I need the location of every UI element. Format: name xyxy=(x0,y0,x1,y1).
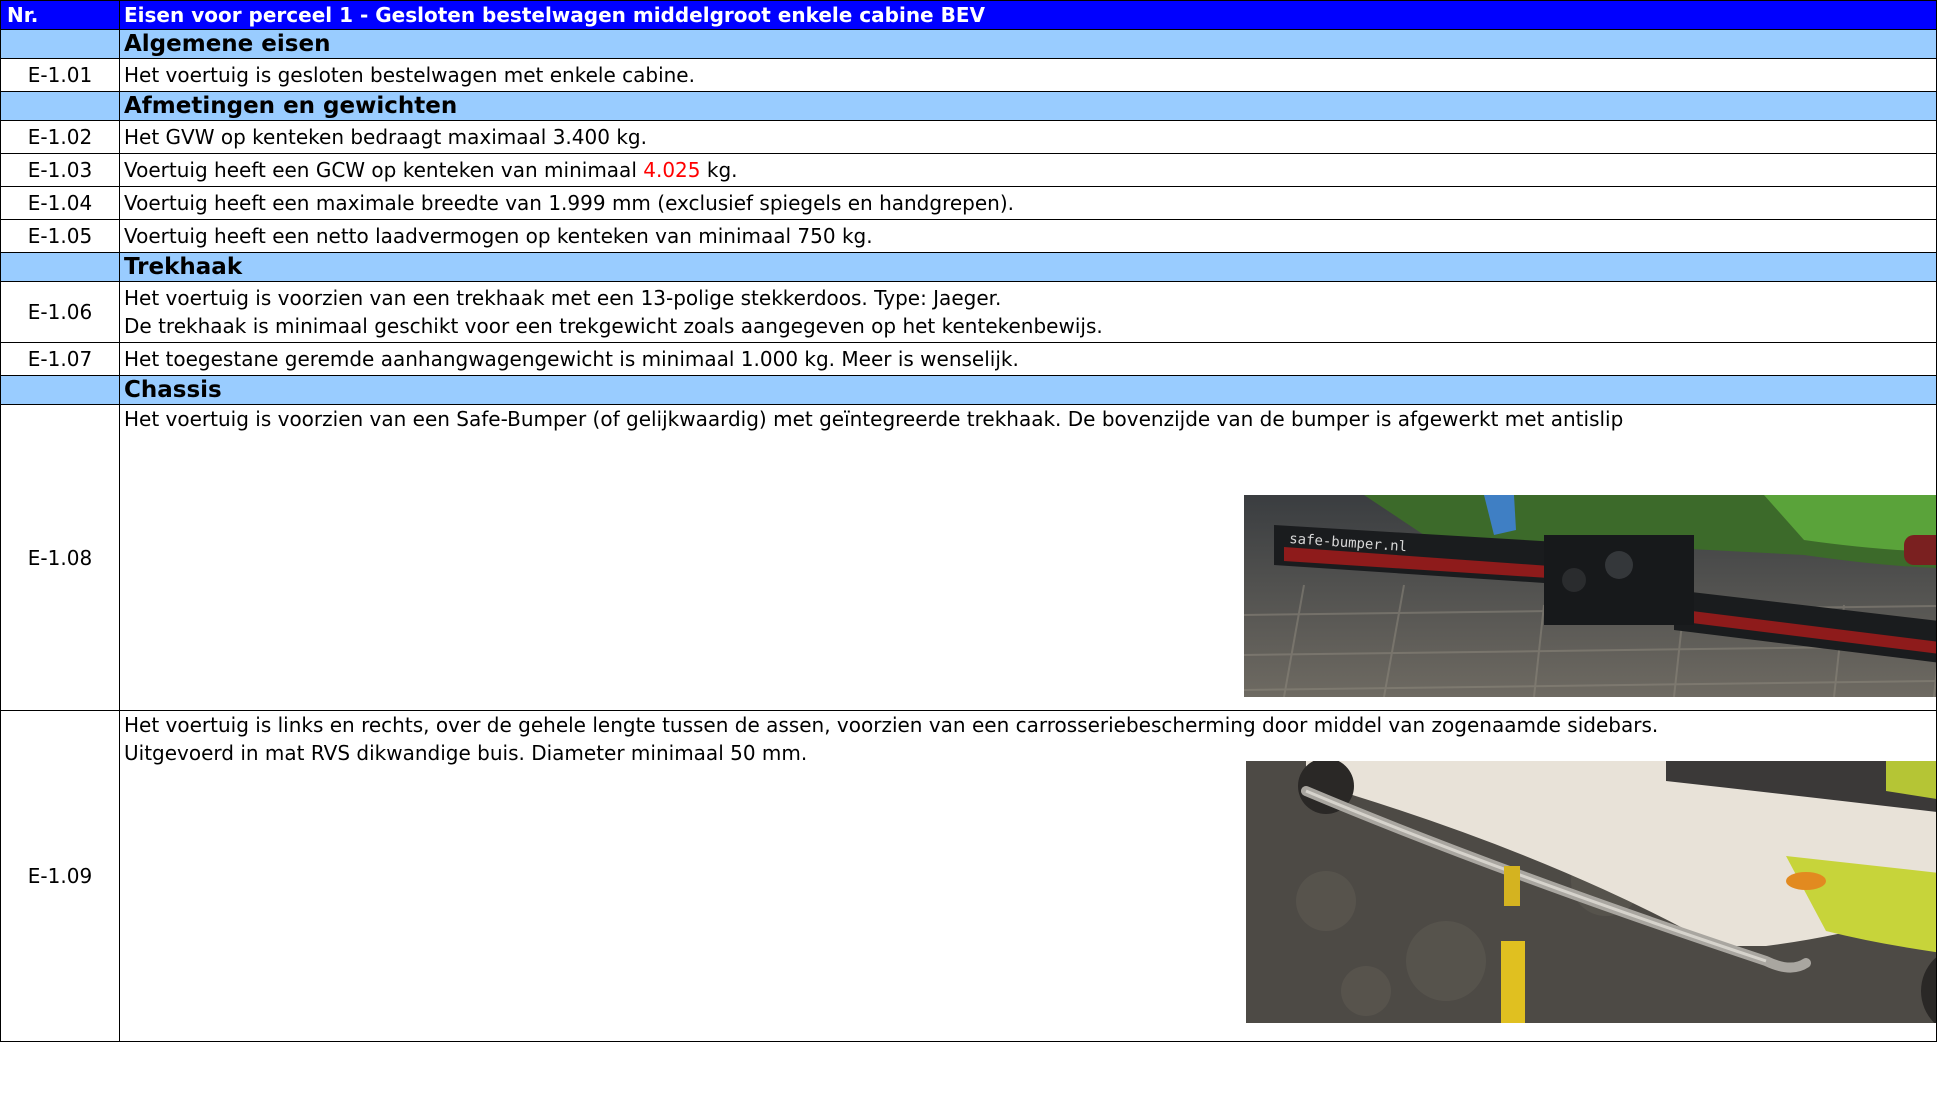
table-row: E-1.09 Het voertuig is links en rechts, … xyxy=(0,710,1937,1042)
section-nr-cell[interactable] xyxy=(0,29,120,59)
nr-cell[interactable]: E-1.06 xyxy=(0,281,120,343)
table-row: E-1.07 Het toegestane geremde aanhangwag… xyxy=(0,342,1937,376)
desc-cell[interactable]: Het voertuig is gesloten bestelwagen met… xyxy=(119,58,1937,92)
desc-cell[interactable]: Voertuig heeft een maximale breedte van … xyxy=(119,186,1937,220)
nr-cell[interactable]: E-1.08 xyxy=(0,404,120,711)
safe-bumper-photo[interactable]: safe-bumper.nl xyxy=(1244,495,1937,697)
nr-cell[interactable]: E-1.04 xyxy=(0,186,120,220)
section-title-trekhaak[interactable]: Trekhaak xyxy=(119,252,1937,282)
table-row: E-1.06 Het voertuig is voorzien van een … xyxy=(0,281,1937,343)
table-row: E-1.01 Het voertuig is gesloten bestelwa… xyxy=(0,58,1937,92)
section-nr-cell[interactable] xyxy=(0,91,120,121)
table-row: E-1.08 Het voertuig is voorzien van een … xyxy=(0,404,1937,711)
section-row-afmetingen: Afmetingen en gewichten xyxy=(0,91,1937,121)
table-row: E-1.05 Voertuig heeft een netto laadverm… xyxy=(0,219,1937,253)
table-row: E-1.04 Voertuig heeft een maximale breed… xyxy=(0,186,1937,220)
section-row-chassis: Chassis xyxy=(0,375,1937,405)
desc-cell[interactable]: Het GVW op kenteken bedraagt maximaal 3.… xyxy=(119,120,1937,154)
desc-line-2: De trekhaak is minimaal geschikt voor ee… xyxy=(124,314,1103,338)
section-title-afmetingen[interactable]: Afmetingen en gewichten xyxy=(119,91,1937,121)
table-row: E-1.02 Het GVW op kenteken bedraagt maxi… xyxy=(0,120,1937,154)
nr-cell[interactable]: E-1.05 xyxy=(0,219,120,253)
desc-cell[interactable]: Voertuig heeft een GCW op kenteken van m… xyxy=(119,153,1937,187)
desc-text: Voertuig heeft een GCW op kenteken van m… xyxy=(124,158,644,182)
header-nr[interactable]: Nr. xyxy=(0,0,120,30)
header-row: Nr. Eisen voor perceel 1 - Gesloten best… xyxy=(0,0,1937,30)
section-row-trekhaak: Trekhaak xyxy=(0,252,1937,282)
nr-cell[interactable]: E-1.09 xyxy=(0,710,120,1042)
section-row-algemeen: Algemene eisen xyxy=(0,29,1937,59)
nr-cell[interactable]: E-1.07 xyxy=(0,342,120,376)
desc-line-1: Het voertuig is links en rechts, over de… xyxy=(124,713,1659,737)
spreadsheet: Nr. Eisen voor perceel 1 - Gesloten best… xyxy=(0,0,1937,1042)
section-nr-cell[interactable] xyxy=(0,252,120,282)
desc-cell[interactable]: Het voertuig is voorzien van een Safe-Bu… xyxy=(119,404,1937,711)
desc-line-1: Het voertuig is voorzien van een trekhaa… xyxy=(124,286,1002,310)
section-title-chassis[interactable]: Chassis xyxy=(119,375,1937,405)
nr-cell[interactable]: E-1.02 xyxy=(0,120,120,154)
requirements-table: Nr. Eisen voor perceel 1 - Gesloten best… xyxy=(0,0,1937,1042)
section-nr-cell[interactable] xyxy=(0,375,120,405)
header-title[interactable]: Eisen voor perceel 1 - Gesloten bestelwa… xyxy=(119,0,1937,30)
desc-text: Het voertuig is voorzien van een Safe-Bu… xyxy=(124,407,1624,431)
highlighted-value: 4.025 xyxy=(643,158,701,182)
sidebar-photo[interactable] xyxy=(1246,761,1937,1023)
desc-cell[interactable]: Het voertuig is links en rechts, over de… xyxy=(119,710,1937,1042)
desc-text-suffix: kg. xyxy=(700,158,738,182)
section-title-algemeen[interactable]: Algemene eisen xyxy=(119,29,1937,59)
desc-cell[interactable]: Het voertuig is voorzien van een trekhaa… xyxy=(119,281,1937,343)
nr-cell[interactable]: E-1.01 xyxy=(0,58,120,92)
nr-cell[interactable]: E-1.03 xyxy=(0,153,120,187)
table-row: E-1.03 Voertuig heeft een GCW op kenteke… xyxy=(0,153,1937,187)
desc-cell[interactable]: Voertuig heeft een netto laadvermogen op… xyxy=(119,219,1937,253)
desc-cell[interactable]: Het toegestane geremde aanhangwagengewic… xyxy=(119,342,1937,376)
